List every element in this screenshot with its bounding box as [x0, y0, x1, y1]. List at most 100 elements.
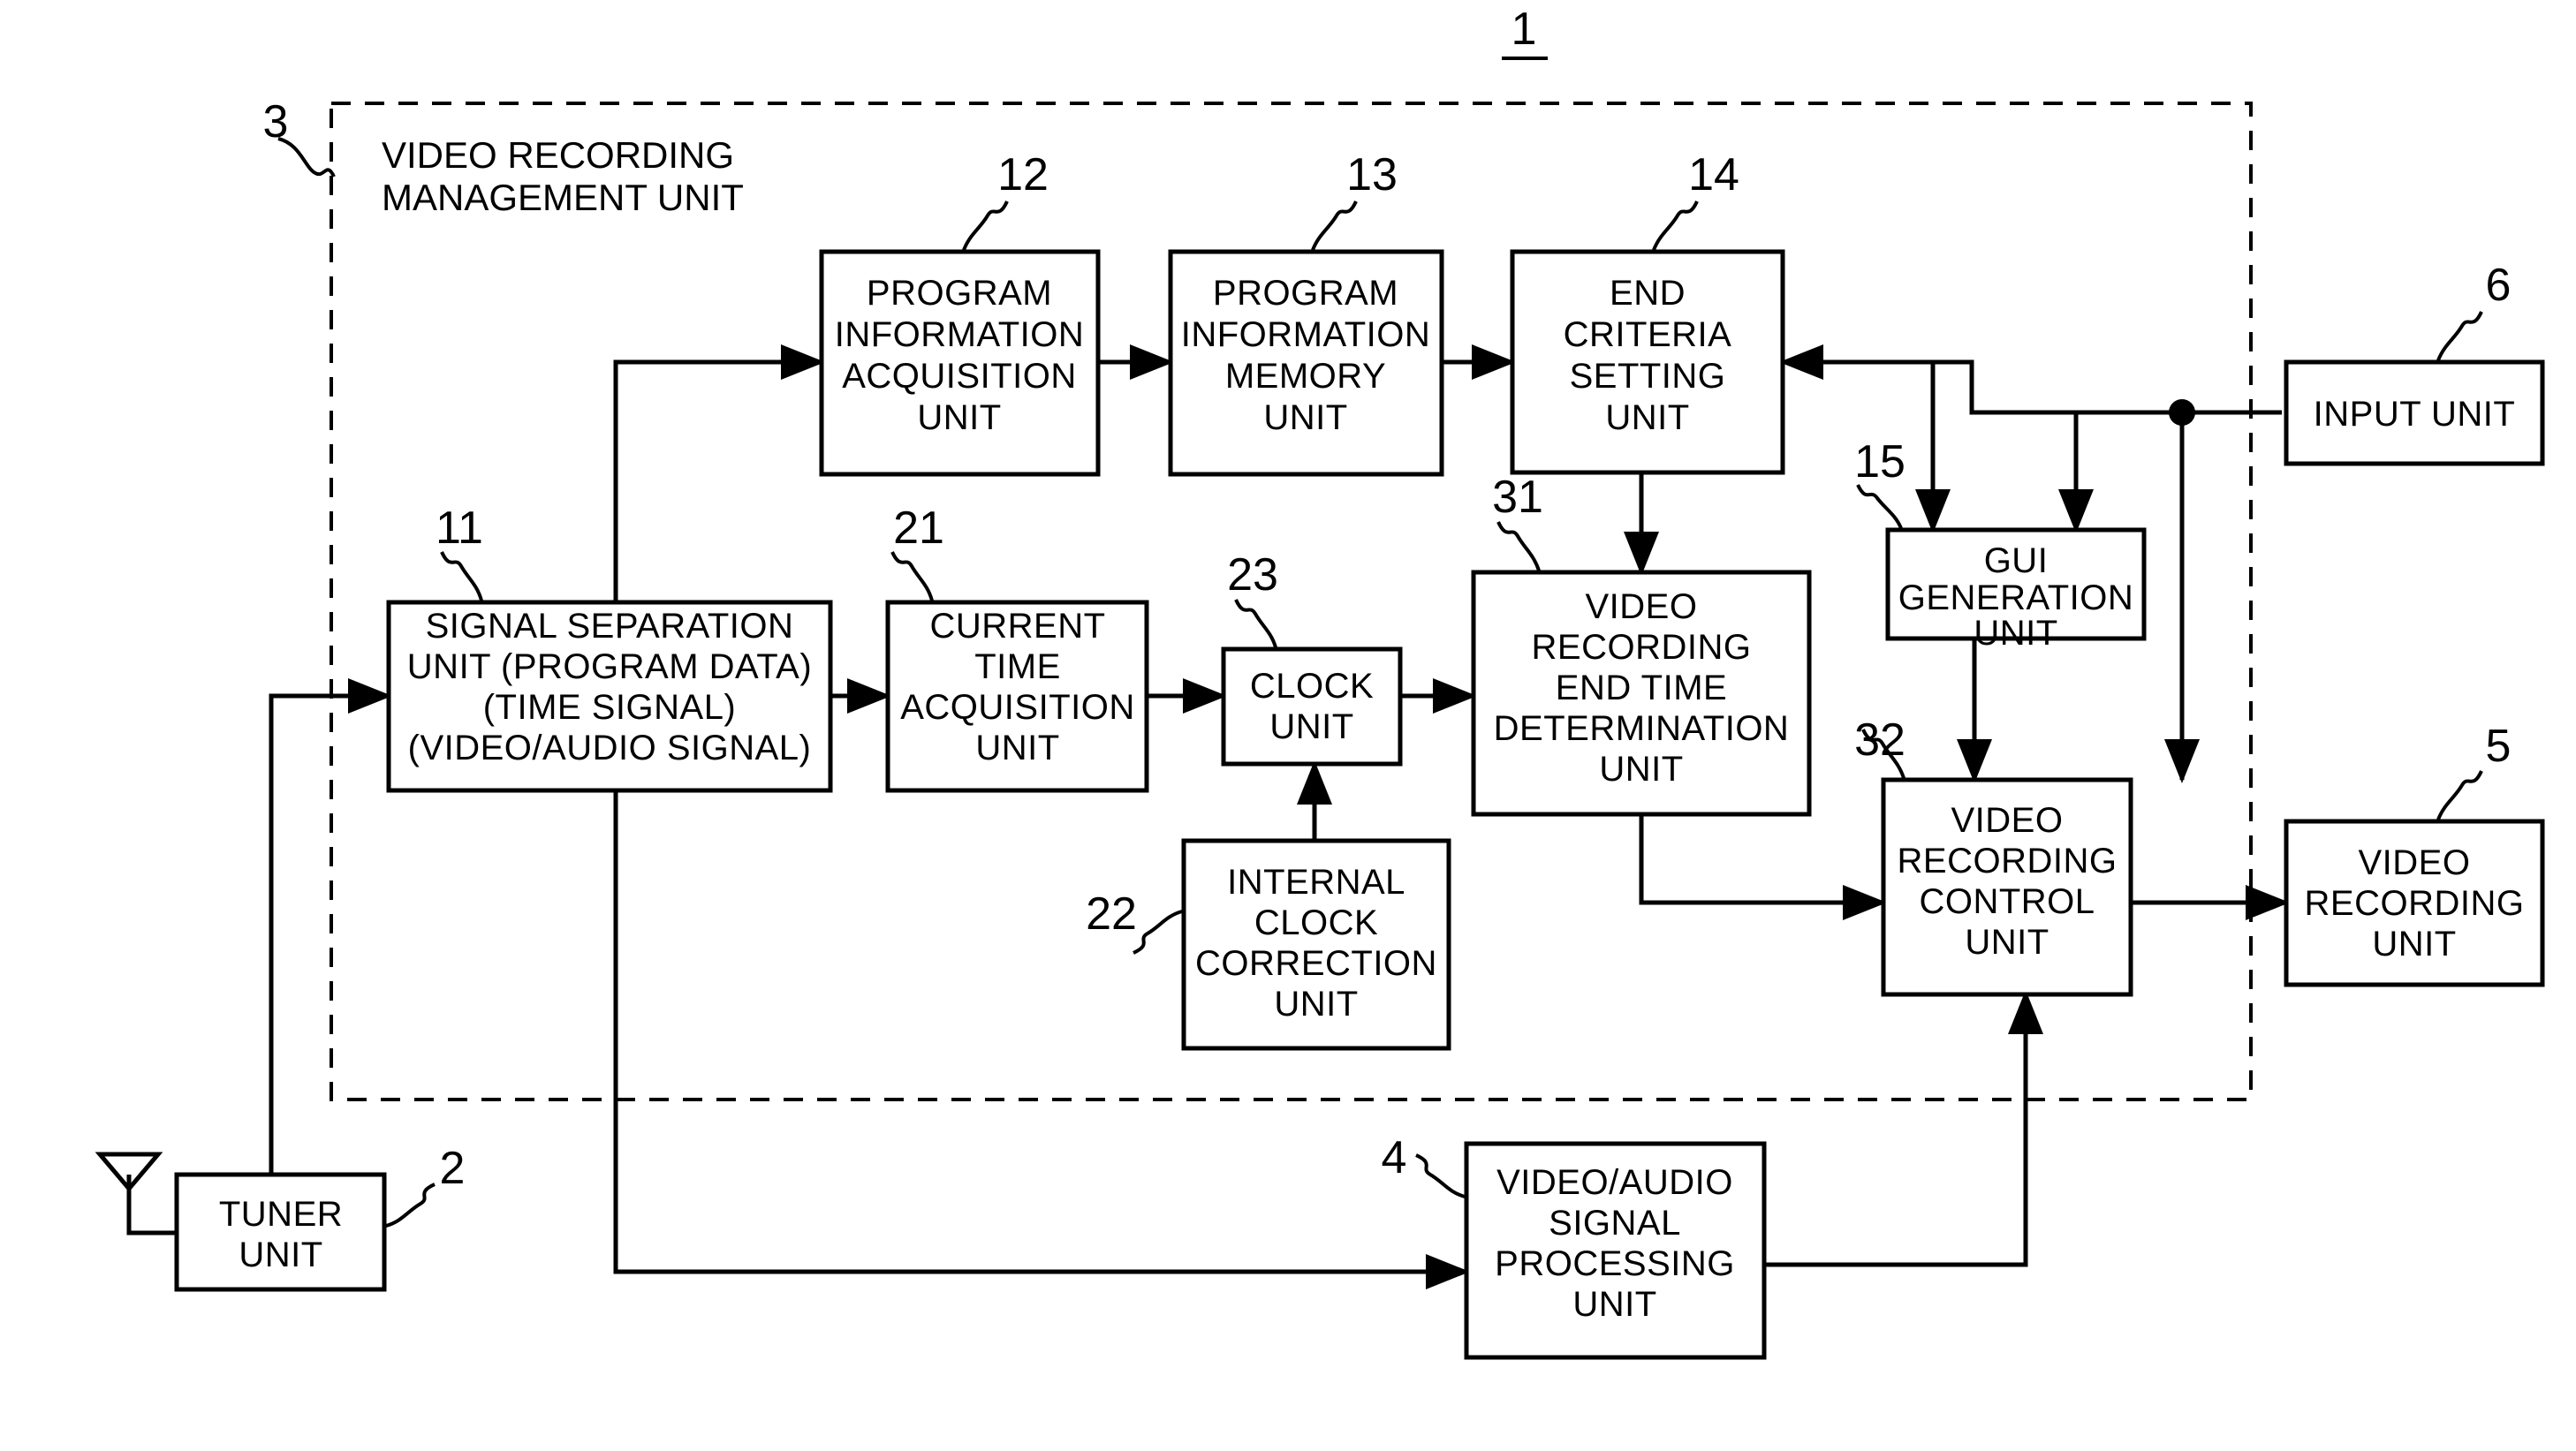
ref-15-leader	[1856, 484, 1903, 529]
clock-unit-line-2: UNIT	[1269, 707, 1353, 746]
end-criteria-line-3: SETTING	[1570, 357, 1726, 396]
block-signal-separation-unit[interactable]: SIGNAL SEPARATION UNIT (PROGRAM DATA) (T…	[386, 503, 833, 793]
end-criteria-line-2: CRITERIA	[1564, 315, 1732, 354]
ref-11-text: 11	[436, 503, 483, 554]
recording-control-line-4: UNIT	[1965, 923, 2049, 962]
recording-control-line-2: RECORDING	[1898, 842, 2118, 880]
input-to-gui-line	[2058, 410, 2182, 534]
block-tuner-unit[interactable]: TUNER UNIT 2	[174, 1143, 466, 1292]
input-to-end-criteria-line	[1778, 344, 2282, 415]
internal-clock-line-3: CORRECTION	[1195, 944, 1437, 983]
ref-5-text: 5	[2486, 721, 2512, 772]
signal-separation-line-2: UNIT (PROGRAM DATA)	[407, 647, 812, 686]
end-time-line-3: END TIME	[1556, 669, 1727, 707]
block-internal-clock-correction-unit[interactable]: INTERNAL CLOCK CORRECTION UNIT 22	[1086, 838, 1451, 1051]
ref-23-leader	[1234, 599, 1277, 648]
av-processing-line-4: UNIT	[1572, 1285, 1656, 1324]
management-unit-label-line1: VIDEO RECORDING	[382, 134, 734, 176]
ref-12-leader	[962, 200, 1009, 251]
block-current-time-acquisition-unit[interactable]: CURRENT TIME ACQUISITION UNIT 21	[885, 503, 1149, 793]
program-info-acquisition-line-1: PROGRAM	[867, 274, 1052, 313]
current-time-line-4: UNIT	[975, 729, 1059, 767]
program-info-memory-line-3: MEMORY	[1225, 357, 1386, 396]
block-clock-unit[interactable]: CLOCK UNIT 23	[1221, 549, 1403, 767]
signal-separation-line-1: SIGNAL SEPARATION	[426, 607, 794, 646]
ref-2-text: 2	[440, 1143, 466, 1194]
ref-22-leader	[1133, 910, 1183, 955]
signal-separation-to-program-info-acq-line	[613, 344, 826, 602]
end-criteria-line-4: UNIT	[1605, 398, 1689, 437]
internal-clock-line-1: INTERNAL	[1227, 863, 1405, 902]
program-info-acquisition-line-3: ACQUISITION	[842, 357, 1077, 396]
end-criteria-line-1: END	[1610, 274, 1686, 313]
ref-32-text: 32	[1854, 714, 1905, 766]
ref-6-text: 6	[2486, 260, 2512, 311]
ref-5-leader	[2436, 770, 2483, 820]
end-time-line-5: UNIT	[1599, 750, 1683, 789]
current-time-line-1: CURRENT	[929, 607, 1105, 646]
block-input-unit[interactable]: INPUT UNIT 6	[2284, 260, 2545, 466]
end-time-line-1: VIDEO	[1586, 587, 1698, 626]
ref-15-text: 15	[1854, 436, 1905, 487]
block-program-information-memory-unit[interactable]: PROGRAM INFORMATION MEMORY UNIT 13	[1168, 149, 1444, 477]
program-info-memory-line-4: UNIT	[1263, 398, 1347, 437]
clock-unit-line-1: CLOCK	[1250, 667, 1374, 706]
av-processing-line-3: PROCESSING	[1495, 1244, 1735, 1283]
ref-2-leader	[385, 1183, 436, 1228]
av-processing-line-1: VIDEO/AUDIO	[1496, 1163, 1733, 1202]
input-unit-label: INPUT UNIT	[2314, 395, 2516, 434]
ref-4-leader	[1415, 1153, 1466, 1198]
ref-6-leader	[2436, 311, 2483, 361]
ref-4-text: 4	[1382, 1132, 1407, 1183]
ref-21-text: 21	[893, 503, 944, 554]
end-time-to-recording-control-line	[1639, 814, 1888, 920]
recording-control-line-1: VIDEO	[1951, 801, 2064, 840]
ref-14-leader	[1652, 200, 1699, 251]
block-program-information-acquisition-unit[interactable]: PROGRAM INFORMATION ACQUISITION UNIT 12	[819, 149, 1101, 477]
ref-13-leader	[1311, 200, 1358, 251]
signal-separation-line-4: (VIDEO/AUDIO SIGNAL)	[408, 729, 812, 767]
signal-separation-line-3: (TIME SIGNAL)	[483, 688, 737, 727]
av-processing-line-2: SIGNAL	[1549, 1204, 1681, 1243]
antenna-icon	[95, 1152, 163, 1233]
tuner-unit-line-1: TUNER	[219, 1195, 343, 1234]
block-video-audio-signal-processing-unit[interactable]: VIDEO/AUDIO SIGNAL PROCESSING UNIT 4	[1382, 1132, 1767, 1360]
av-processing-to-recording-control-line	[1764, 989, 2043, 1267]
ref-22-text: 22	[1086, 888, 1137, 940]
tuner-unit-line-2: UNIT	[239, 1236, 322, 1274]
current-time-line-2: TIME	[974, 647, 1061, 686]
block-video-recording-unit[interactable]: VIDEO RECORDING UNIT 5	[2284, 721, 2545, 987]
ref-3-text: 3	[263, 96, 289, 147]
ref-14-text: 14	[1688, 149, 1739, 200]
block-gui-generation-unit[interactable]: GUI GENERATION UNIT 15	[1854, 436, 2147, 653]
recording-unit-line-2: RECORDING	[2305, 884, 2525, 923]
gui-generation-line-3: UNIT	[1974, 614, 2057, 653]
end-time-line-4: DETERMINATION	[1494, 709, 1790, 748]
figure-canvas: 1 3 VIDEO RECORDING MANAGEMENT UNIT PROG…	[0, 0, 2576, 1451]
ref-13-text: 13	[1346, 149, 1398, 200]
recording-unit-line-1: VIDEO	[2359, 843, 2471, 882]
block-diagram: 1 3 VIDEO RECORDING MANAGEMENT UNIT PROG…	[95, 4, 2545, 1360]
program-info-acquisition-line-4: UNIT	[917, 398, 1001, 437]
current-time-line-3: ACQUISITION	[900, 688, 1135, 727]
end-time-line-2: RECORDING	[1532, 628, 1752, 667]
gui-generation-line-2: GENERATION	[1898, 578, 2134, 617]
program-info-memory-line-2: INFORMATION	[1181, 315, 1431, 354]
ref-31-leader	[1496, 521, 1541, 571]
program-info-memory-line-1: PROGRAM	[1213, 274, 1398, 313]
figure-number-text: 1	[1512, 4, 1537, 55]
ref-3-leader: 3	[263, 96, 336, 178]
ref-12-text: 12	[997, 149, 1049, 200]
ref-23-text: 23	[1227, 549, 1278, 601]
management-unit-label-line2: MANAGEMENT UNIT	[382, 177, 744, 218]
internal-clock-line-2: CLOCK	[1254, 903, 1378, 942]
recording-control-line-3: CONTROL	[1919, 882, 2095, 921]
ref-21-leader	[890, 551, 934, 601]
block-video-recording-control-unit[interactable]: VIDEO RECORDING CONTROL UNIT 32	[1854, 714, 2133, 997]
input-signal-junction-dot	[2169, 399, 2195, 426]
figure-number: 1	[1502, 4, 1548, 60]
ref-31-text: 31	[1492, 472, 1543, 523]
program-info-acquisition-line-2: INFORMATION	[835, 315, 1085, 354]
ref-11-leader	[440, 551, 483, 601]
block-end-criteria-setting-unit[interactable]: END CRITERIA SETTING UNIT 14	[1510, 149, 1785, 475]
